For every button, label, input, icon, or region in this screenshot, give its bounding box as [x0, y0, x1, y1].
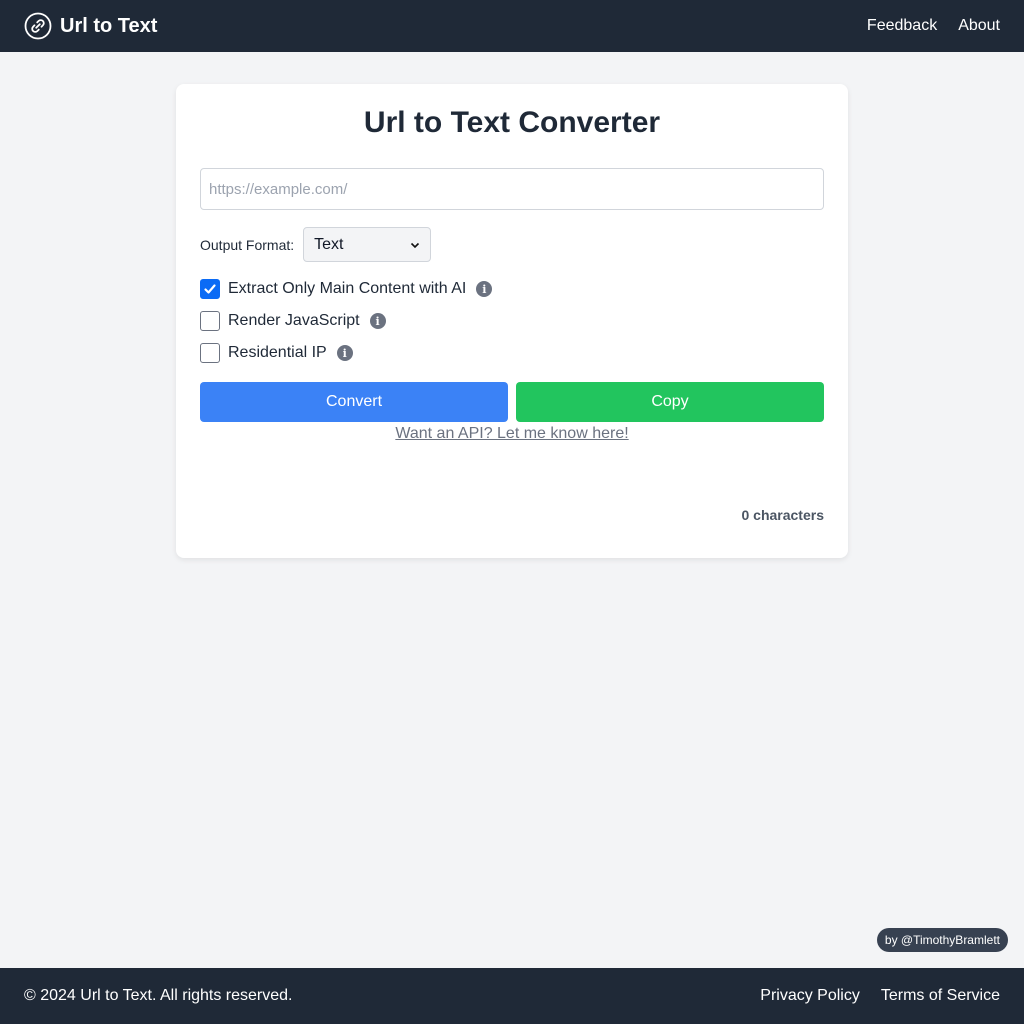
output-format-row: Output Format: Text [200, 227, 432, 262]
footer-copyright: © 2024 Url to Text. All rights reserved. [24, 987, 293, 1004]
api-request-link[interactable]: Want an API? Let me know here! [176, 425, 848, 443]
privacy-policy-link[interactable]: Privacy Policy [760, 987, 860, 1005]
app-name: Url to Text [60, 14, 158, 37]
output-format-label: Output Format: [200, 236, 295, 253]
nav-about-link[interactable]: About [958, 17, 1000, 35]
extract-main-label: Extract Only Main Content with AI [228, 280, 467, 297]
option-extract-main: Extract Only Main Content with AI i [200, 279, 493, 299]
option-residential-ip: Residential IP i [200, 343, 353, 363]
residential-ip-checkbox[interactable] [200, 343, 220, 363]
footer: © 2024 Url to Text. All rights reserved.… [0, 968, 1024, 1024]
top-nav: Feedback About [867, 17, 1000, 35]
page-title: Url to Text Converter [363, 106, 661, 139]
url-input[interactable] [200, 168, 824, 210]
render-js-checkbox[interactable] [200, 311, 220, 331]
author-credit-badge[interactable]: by @TimothyBramlett [876, 928, 1008, 952]
info-icon[interactable]: i [369, 313, 386, 329]
character-count: 0 characters [741, 507, 824, 523]
output-format-select[interactable]: Text [303, 227, 432, 262]
copy-button[interactable]: Copy [516, 382, 824, 422]
top-navbar: Url to Text Feedback About [0, 0, 1024, 52]
info-icon[interactable]: i [336, 345, 353, 361]
extract-main-checkbox[interactable] [200, 279, 220, 299]
option-render-js: Render JavaScript i [200, 311, 386, 331]
terms-of-service-link[interactable]: Terms of Service [881, 987, 1000, 1005]
chevron-down-icon [411, 242, 420, 248]
converter-card: Url to Text Converter Output Format: Tex… [176, 84, 848, 558]
residential-ip-label: Residential IP [228, 344, 327, 361]
checkmark-icon [204, 284, 216, 294]
render-js-label: Render JavaScript [228, 312, 360, 329]
link-icon [24, 12, 52, 40]
convert-button[interactable]: Convert [200, 382, 508, 422]
brand[interactable]: Url to Text [24, 12, 157, 40]
nav-feedback-link[interactable]: Feedback [867, 17, 937, 35]
info-icon[interactable]: i [476, 281, 493, 297]
output-format-value: Text [314, 235, 344, 253]
footer-links: Privacy Policy Terms of Service [760, 987, 1000, 1005]
